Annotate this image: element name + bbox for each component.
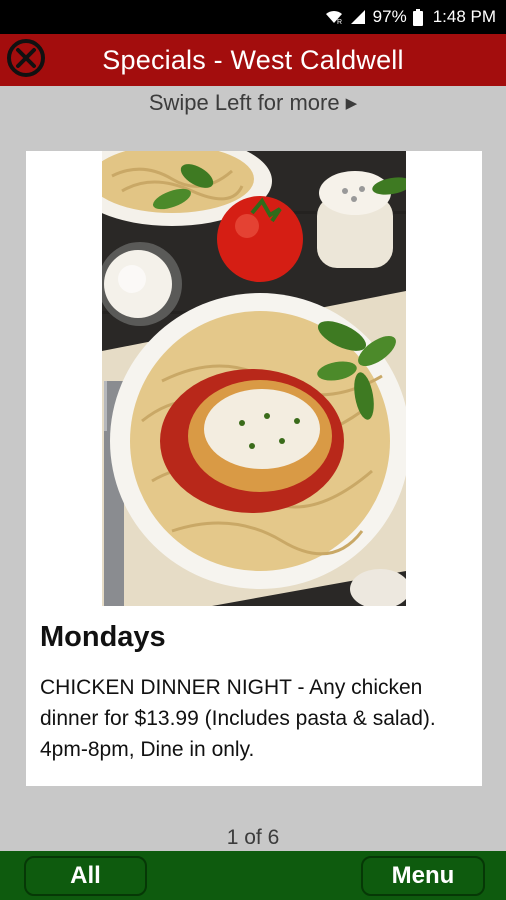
battery-percent: 97% xyxy=(372,7,407,26)
status-bar: R 97% 1:48 PM xyxy=(0,0,506,34)
wifi-icon: R xyxy=(325,9,343,25)
special-card[interactable]: Mondays CHICKEN DINNER NIGHT - Any chick… xyxy=(26,151,482,786)
special-photo xyxy=(102,151,406,606)
clock: 1:48 PM xyxy=(432,7,496,26)
menu-button[interactable]: Menu xyxy=(361,856,485,896)
title-bar: Specials - West Caldwell xyxy=(0,34,506,86)
close-icon xyxy=(6,38,46,83)
signal-icon xyxy=(349,9,367,25)
swipe-hint-text: Swipe Left for more xyxy=(148,90,340,115)
svg-text:R: R xyxy=(337,19,342,25)
special-description: CHICKEN DINNER NIGHT - Any chicken dinne… xyxy=(40,676,436,761)
page-title: Specials - West Caldwell xyxy=(102,44,404,75)
play-arrow-icon: ▶ xyxy=(345,95,358,112)
close-button[interactable] xyxy=(4,38,48,83)
swipe-hint: Swipe Left for more ▶ xyxy=(0,88,506,118)
all-button[interactable]: All xyxy=(24,856,147,896)
battery-icon xyxy=(412,8,423,26)
bottom-bar: All Menu xyxy=(0,851,506,900)
page-indicator: 1 of 6 xyxy=(226,826,280,849)
special-day: Mondays xyxy=(40,621,166,653)
